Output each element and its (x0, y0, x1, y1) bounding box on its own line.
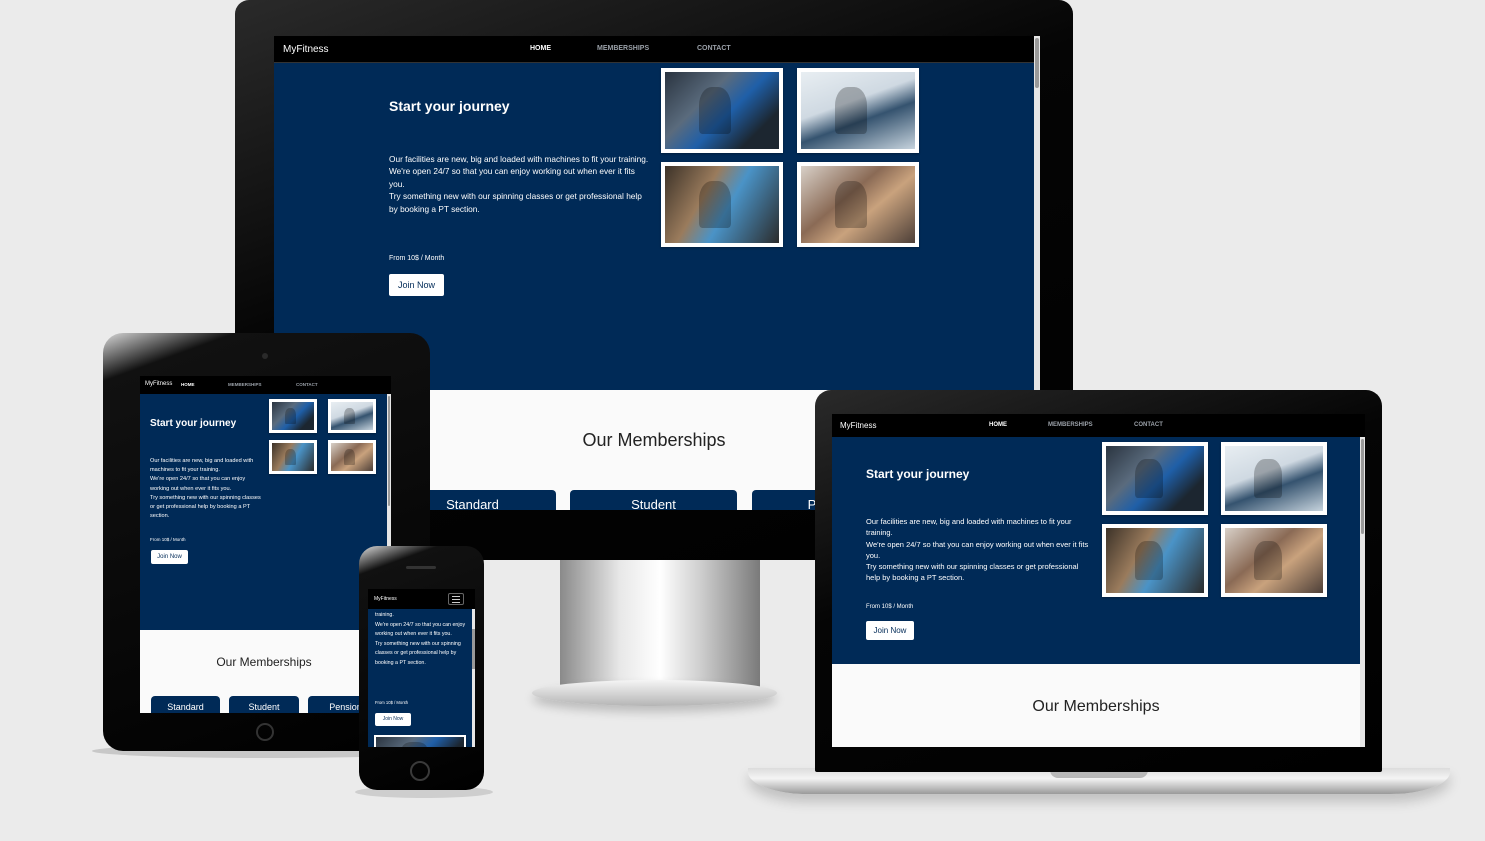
phone: MyFitness training. We're open 24/7 so t… (0, 0, 1485, 841)
phone-scrollbar[interactable] (472, 609, 475, 747)
phone-hero-price: From 10$ / Month (375, 700, 409, 705)
hamburger-menu-icon[interactable] (448, 593, 464, 605)
phone-brand-link[interactable]: MyFitness (374, 596, 397, 602)
phone-hero-text: training. We're open 24/7 so that you ca… (375, 612, 466, 666)
phone-home-button[interactable] (410, 761, 430, 781)
phone-navbar: MyFitness (368, 589, 475, 609)
phone-speaker (406, 566, 436, 569)
phone-join-button[interactable]: Join Now (375, 713, 411, 726)
phone-gym-photo-1 (374, 735, 466, 747)
phone-screen: MyFitness training. We're open 24/7 so t… (368, 589, 475, 747)
